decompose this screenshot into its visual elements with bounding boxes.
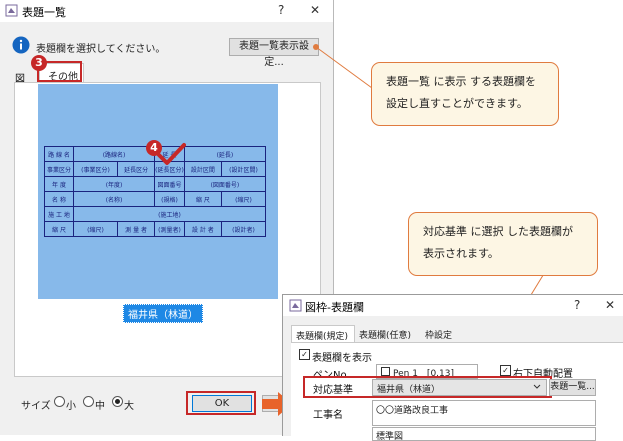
work-name-label: 工事名 xyxy=(313,410,343,421)
callout-top-line1: 表題一覧 に表示 する表題欄を xyxy=(386,75,536,88)
callout-top-line xyxy=(315,46,373,89)
callout-top: 表題一覧 に表示 する表題欄を 設定し直すことができます。 xyxy=(371,62,559,126)
chevron-down-icon xyxy=(533,384,541,389)
auto-place-checkbox[interactable]: ✓ xyxy=(500,365,511,376)
standard-label: 対応基準 xyxy=(313,385,353,396)
standard-select[interactable]: 福井県（林道） xyxy=(372,379,547,396)
callout-bottom-line1: 対応基準 に選択 した表題欄が xyxy=(423,225,573,238)
sub-dialog-title: 図枠-表題欄 xyxy=(305,301,364,314)
pen-color-swatch xyxy=(381,367,390,376)
show-title-checkbox[interactable]: ✓ xyxy=(299,349,310,360)
frame-title-dialog: 図枠-表題欄 ? ✕ 表題欄(規定) 表題欄(任意) 枠設定 ✓ 表題欄を表示 … xyxy=(282,294,623,441)
sub-title-list-button[interactable]: 表題一覧... xyxy=(549,379,596,396)
tab-frame-settings[interactable]: 枠設定 xyxy=(425,328,452,341)
tab-title-standard-label: 表題欄(規定) xyxy=(296,332,349,342)
work-name-textarea[interactable]: 〇〇道路改良工事 xyxy=(372,400,596,426)
standard-value: 福井県（林道） xyxy=(377,385,441,395)
app-icon xyxy=(289,299,302,312)
tab-title-standard[interactable]: 表題欄(規定) xyxy=(291,325,355,343)
work-name-value: 〇〇道路改良工事 xyxy=(376,406,449,416)
next-field-value: 標準図 xyxy=(376,432,404,441)
sub-help-button[interactable]: ? xyxy=(574,298,580,312)
callout-top-line2: 設定し直すことができます。 xyxy=(386,97,528,110)
sub-close-button[interactable]: ✕ xyxy=(605,298,615,312)
show-title-label: 表題欄を表示 xyxy=(312,353,372,364)
callout-top-dot xyxy=(313,44,319,50)
callout-bottom: 対応基準 に選択 した表題欄が 表示されます。 xyxy=(408,212,598,276)
next-field[interactable]: 標準図 xyxy=(372,427,596,441)
tab-title-custom[interactable]: 表題欄(任意) xyxy=(359,328,411,341)
callout-bottom-line2: 表示されます。 xyxy=(423,247,499,260)
sub-dialog-titlebar: 図枠-表題欄 ? ✕ xyxy=(283,295,623,316)
